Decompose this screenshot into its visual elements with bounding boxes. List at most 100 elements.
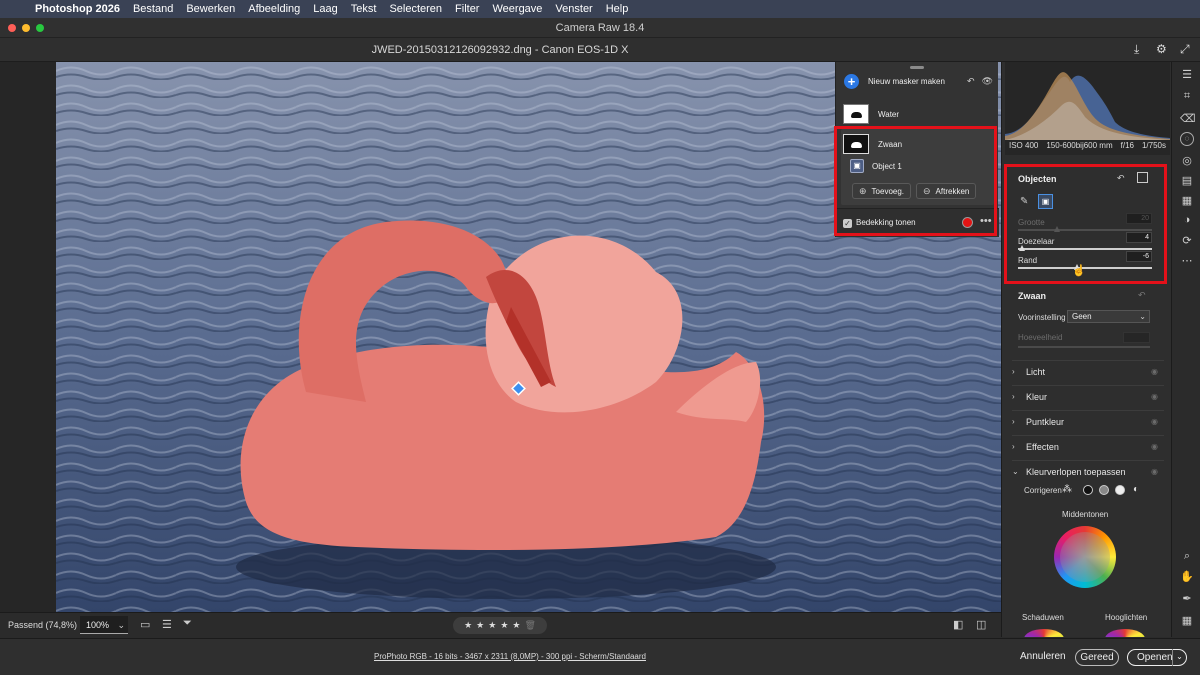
hand-icon[interactable]: ✋ [1180, 570, 1194, 583]
grid-icon[interactable]: ▦ [1180, 614, 1194, 627]
section-kleur[interactable]: › Kleur ◉ [1012, 385, 1164, 407]
section-kleurverlopen[interactable]: ⌄ Kleurverlopen toepassen ◉ [1012, 460, 1164, 482]
masking-icon[interactable]: ◌ [1180, 132, 1194, 146]
feather-track[interactable] [1018, 248, 1152, 250]
menu-item[interactable]: Afbeelding [248, 3, 300, 15]
feather-knob[interactable] [1019, 245, 1025, 251]
menu-item[interactable]: Venster [555, 3, 592, 15]
feather-slider[interactable]: Doezelaar 4 [1018, 232, 1152, 251]
highlights-wheel-icon[interactable] [1115, 485, 1125, 495]
mask-panel-actions: ↶ 👁 [967, 76, 993, 87]
red-eye-icon[interactable]: ◎ [1180, 154, 1194, 167]
star-icon[interactable]: ★ [512, 620, 520, 631]
menu-item[interactable]: Laag [313, 3, 337, 15]
amount-track[interactable] [1018, 346, 1150, 348]
panel-grab-handle[interactable] [910, 66, 924, 69]
feather-value[interactable]: 4 [1126, 232, 1152, 243]
eye-icon[interactable]: ◉ [1151, 442, 1158, 451]
cancel-button[interactable]: Annuleren [1020, 651, 1066, 662]
global-wheel-icon[interactable]: ◐ [1133, 484, 1139, 495]
snapshots-icon[interactable]: ▤ [1180, 174, 1194, 187]
edit-icon[interactable]: ☰ [1180, 68, 1194, 81]
size-knob[interactable] [1054, 226, 1060, 232]
star-rating[interactable]: ★ ★ ★ ★ ★ 🗑 [453, 617, 547, 634]
highlights-color-wheel[interactable] [1105, 629, 1145, 637]
presets-icon[interactable]: ▦ [1180, 194, 1194, 207]
mask-item-water[interactable]: Water [843, 104, 899, 124]
before-after-icon[interactable]: ◫ [976, 618, 986, 631]
menu-item[interactable]: Help [606, 3, 629, 15]
section-puntkleur[interactable]: › Puntkleur ◉ [1012, 410, 1164, 432]
filmstrip-icon[interactable]: ▭ [140, 618, 150, 631]
shadows-wheel-icon[interactable] [1083, 485, 1093, 495]
overlay-checkbox[interactable]: ✓ [843, 219, 852, 228]
eraser-icon[interactable]: ⌫ [1180, 112, 1196, 125]
star-icon[interactable]: ★ [500, 620, 508, 631]
size-value[interactable]: 20 [1126, 213, 1152, 224]
done-button[interactable]: Gereed [1075, 649, 1119, 666]
preview-toggle-icon[interactable]: ◧ [953, 618, 963, 631]
zoom-dropdown[interactable]: 100% ⌄ [80, 616, 128, 634]
workflow-options-link[interactable]: ProPhoto RGB - 16 bits - 3467 x 2311 (8,… [374, 652, 646, 661]
chevron-down-icon[interactable]: ⌄ [1172, 649, 1186, 666]
amount-value[interactable] [1123, 332, 1150, 343]
file-bar: JWED-20150312126092932.dng - Canon EOS-1… [0, 38, 1200, 62]
sort-icon[interactable]: ☰ [162, 618, 172, 631]
menu-item[interactable]: Bewerken [186, 3, 235, 15]
reset-icon[interactable]: ↶ [1117, 173, 1125, 184]
star-icon[interactable]: ★ [488, 620, 496, 631]
reset-icon[interactable]: ↶ [967, 76, 975, 87]
eye-icon[interactable]: ◉ [1151, 467, 1158, 476]
mask-item-zwaan[interactable]: Zwaan [843, 134, 902, 154]
size-slider[interactable]: Grootte 20 [1018, 213, 1152, 232]
menu-item[interactable]: Selecteren [389, 3, 442, 15]
section-label: Effecten [1026, 441, 1059, 452]
sync-icon[interactable]: ⟳ [1180, 234, 1194, 247]
edge-value[interactable]: -6 [1126, 251, 1152, 262]
open-button[interactable]: Openen ⌄ [1127, 649, 1187, 666]
new-mask-button[interactable]: + Nieuw masker maken [844, 74, 945, 89]
size-track[interactable] [1018, 229, 1152, 231]
star-icon[interactable]: ★ [464, 620, 472, 631]
midtones-color-wheel[interactable] [1054, 526, 1116, 588]
more-options-icon[interactable]: ••• [980, 215, 992, 227]
eye-icon[interactable]: ◉ [1151, 367, 1158, 376]
more-icon[interactable]: ⋯ [1180, 254, 1194, 267]
zoom-window-button[interactable] [36, 24, 44, 32]
eye-icon[interactable]: ◉ [1151, 417, 1158, 426]
app-menu[interactable]: Photoshop 2026 [35, 3, 120, 15]
three-way-icon[interactable]: ⁂ [1062, 484, 1072, 495]
trash-icon[interactable]: 🗑 [524, 620, 535, 631]
menu-item[interactable]: Weergave [492, 3, 542, 15]
midtones-wheel-icon[interactable] [1099, 485, 1109, 495]
save-icon[interactable]: ⤓ [1134, 42, 1139, 57]
minimize-window-button[interactable] [22, 24, 30, 32]
color-sampler-icon[interactable]: ✒ [1180, 592, 1194, 605]
zoom-icon[interactable]: ⌕ [1180, 550, 1194, 563]
subtract-mask-button[interactable]: ⊖ Aftrekken [916, 183, 977, 199]
shadows-color-wheel[interactable] [1024, 629, 1064, 637]
filter-icon[interactable]: ⏷ [183, 617, 192, 630]
reset-icon[interactable]: ↶ [1138, 290, 1146, 301]
rectangle-select-icon[interactable]: ▣ [1038, 194, 1053, 209]
overlay-color-swatch[interactable] [962, 217, 973, 228]
mask-component-object[interactable]: ▣ Object 1 [850, 159, 902, 173]
close-window-button[interactable] [8, 24, 16, 32]
section-effecten[interactable]: › Effecten ◉ [1012, 435, 1164, 457]
star-icon[interactable]: ★ [476, 620, 484, 631]
eye-icon[interactable]: 👁 [982, 76, 993, 87]
adjustments-icon[interactable]: ◑ [1180, 214, 1194, 226]
crop-icon[interactable]: ⌗ [1180, 90, 1194, 103]
menu-item[interactable]: Filter [455, 3, 479, 15]
preset-dropdown[interactable]: Geen ⌄ [1067, 310, 1150, 323]
menu-item[interactable]: Tekst [351, 3, 377, 15]
fullscreen-icon[interactable]: ⤢ [1180, 42, 1190, 57]
fit-zoom-button[interactable]: Passend (74,8%) [8, 620, 77, 630]
eye-icon[interactable]: ◉ [1151, 392, 1158, 401]
invert-mask-icon[interactable] [1137, 172, 1148, 183]
menu-item[interactable]: Bestand [133, 3, 173, 15]
add-to-mask-button[interactable]: ⊕ Toevoeg. [852, 183, 912, 199]
brush-icon[interactable]: ✎ [1020, 196, 1028, 207]
section-licht[interactable]: › Licht ◉ [1012, 360, 1164, 382]
gear-icon[interactable]: ⚙ [1156, 42, 1167, 56]
